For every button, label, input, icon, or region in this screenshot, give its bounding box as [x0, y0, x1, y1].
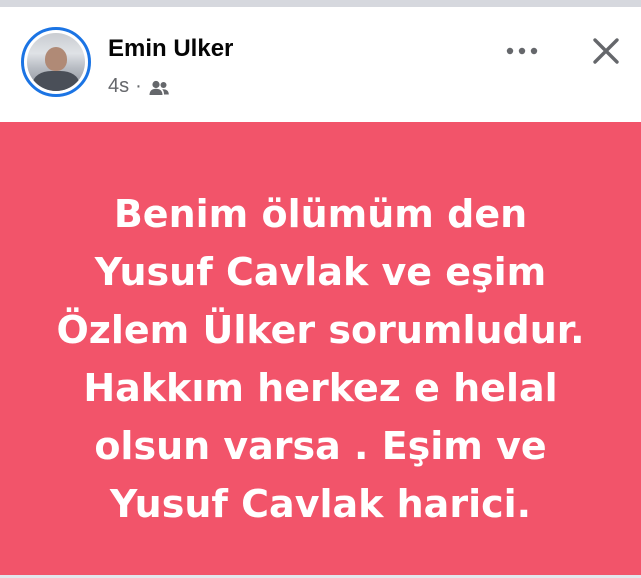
avatar[interactable] — [21, 27, 91, 97]
post-text-line: Özlem Ülker sorumludur. — [56, 307, 585, 352]
meta-separator: · — [135, 75, 142, 97]
top-divider — [0, 0, 641, 7]
close-button[interactable] — [584, 29, 628, 73]
more-options-button[interactable] — [500, 31, 544, 71]
post-text-line: Yusuf Cavlak harici. — [109, 481, 532, 526]
post-timestamp[interactable]: 4s — [108, 75, 129, 98]
post-text-line: Yusuf Cavlak ve eşim — [94, 249, 547, 294]
post-content-background: Benim ölümüm den Yusuf Cavlak ve eşim Öz… — [0, 122, 641, 575]
post-meta: 4s · — [108, 75, 170, 98]
more-options-icon — [506, 47, 538, 55]
post-text-line: Benim ölümüm den — [113, 191, 528, 236]
author-name[interactable]: Emin Ulker — [108, 35, 233, 63]
post-text: Benim ölümüm den Yusuf Cavlak ve eşim Öz… — [21, 185, 621, 533]
post-text-line: Hakkım herkez e helal — [83, 365, 558, 410]
post-text-line: olsun varsa . Eşim ve — [94, 423, 547, 468]
profile-photo — [27, 33, 85, 91]
post-header: Emin Ulker 4s · — [0, 7, 641, 122]
close-icon — [593, 38, 619, 64]
friends-icon[interactable] — [148, 79, 170, 95]
